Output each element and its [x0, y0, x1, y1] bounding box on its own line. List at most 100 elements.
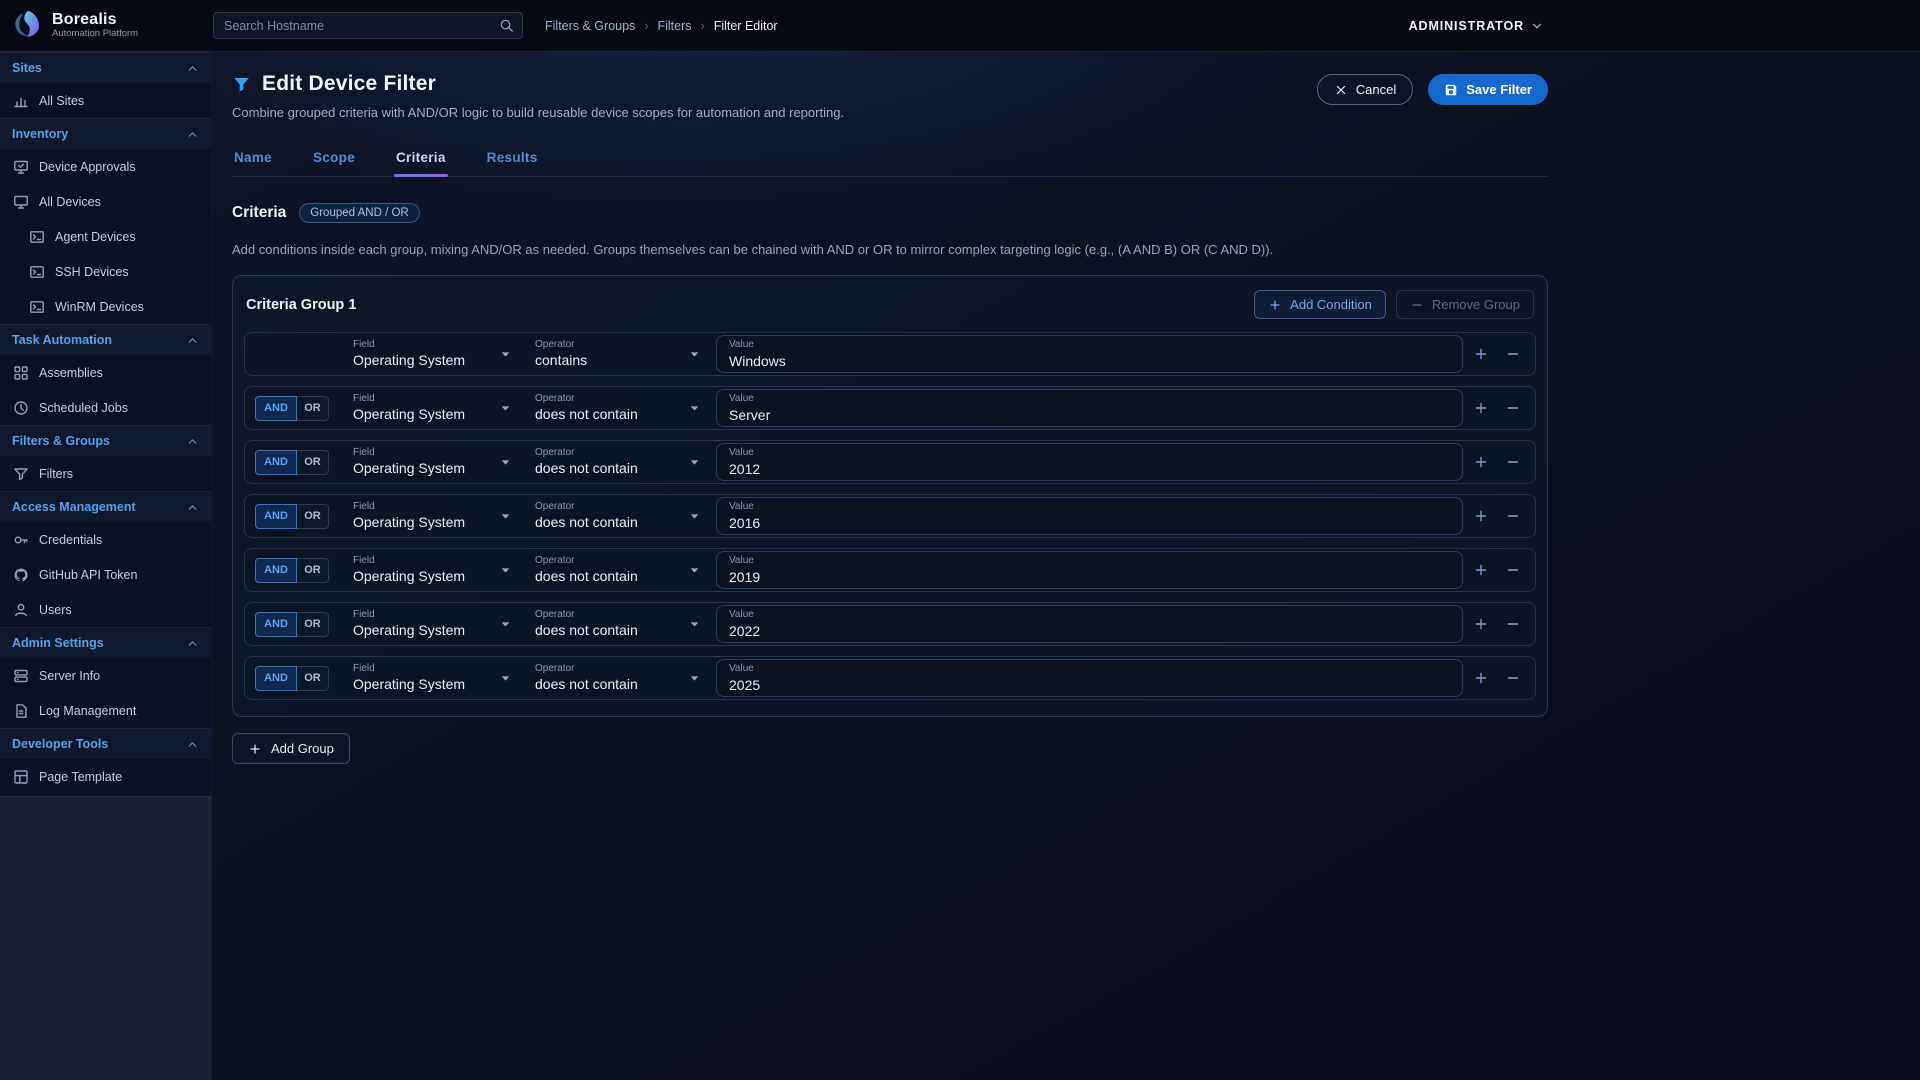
or-toggle[interactable]: OR — [297, 450, 329, 475]
sidebar-section-access-management[interactable]: Access Management — [0, 491, 211, 522]
sidebar-section-admin-settings[interactable]: Admin Settings — [0, 627, 211, 658]
add-group-button[interactable]: Add Group — [232, 733, 350, 764]
save-filter-button[interactable]: Save Filter — [1428, 74, 1548, 105]
sidebar-item-winrm-devices[interactable]: WinRM Devices — [0, 289, 211, 324]
sidebar-section-label: Inventory — [12, 127, 68, 141]
field-select[interactable]: FieldOperating System — [343, 551, 521, 589]
sidebar-item-filters[interactable]: Filters — [0, 456, 211, 491]
hostname-search[interactable] — [213, 12, 523, 39]
and-toggle[interactable]: AND — [255, 612, 297, 637]
value-input[interactable] — [729, 407, 1450, 423]
sidebar-item-ssh-devices[interactable]: SSH Devices — [0, 254, 211, 289]
value-input[interactable] — [729, 515, 1450, 531]
sidebar-item-log-management[interactable]: Log Management — [0, 693, 211, 728]
operator-select[interactable]: Operatordoes not contain — [525, 605, 710, 643]
sidebar-item-credentials[interactable]: Credentials — [0, 522, 211, 557]
add-condition-button[interactable]: Add Condition — [1254, 290, 1386, 319]
value-input[interactable] — [729, 353, 1450, 369]
value-input[interactable] — [729, 677, 1450, 693]
value-input[interactable] — [729, 623, 1450, 639]
add-row-button[interactable] — [1467, 556, 1495, 584]
sidebar-item-all-devices[interactable]: All Devices — [0, 184, 211, 219]
value-input[interactable] — [729, 569, 1450, 585]
remove-row-button[interactable] — [1499, 610, 1527, 638]
breadcrumb-item-filters-groups[interactable]: Filters & Groups — [545, 19, 635, 33]
value-input-group: Value — [716, 443, 1463, 481]
operator-select[interactable]: Operatordoes not contain — [525, 659, 710, 697]
sidebar-item-assemblies[interactable]: Assemblies — [0, 355, 211, 390]
field-select[interactable]: FieldOperating System — [343, 605, 521, 643]
operator-value: does not contain — [535, 407, 684, 422]
tab-name[interactable]: Name — [232, 150, 274, 176]
sidebar-item-label: SSH Devices — [55, 265, 129, 279]
and-toggle[interactable]: AND — [255, 396, 297, 421]
sidebar-item-all-sites[interactable]: All Sites — [0, 83, 211, 118]
add-condition-label: Add Condition — [1290, 297, 1372, 312]
tab-criteria[interactable]: Criteria — [394, 150, 448, 176]
add-row-button[interactable] — [1467, 448, 1495, 476]
tab-results[interactable]: Results — [485, 150, 540, 176]
or-toggle[interactable]: OR — [297, 396, 329, 421]
or-toggle[interactable]: OR — [297, 558, 329, 583]
add-row-button[interactable] — [1467, 664, 1495, 692]
joiner-toggle: ANDOR — [255, 504, 329, 529]
operator-select[interactable]: Operatordoes not contain — [525, 497, 710, 535]
page-subtitle: Combine grouped criteria with AND/OR log… — [232, 105, 844, 120]
sidebar-item-scheduled-jobs[interactable]: Scheduled Jobs — [0, 390, 211, 425]
sidebar-section-inventory[interactable]: Inventory — [0, 118, 211, 149]
sidebar-item-label: Scheduled Jobs — [39, 401, 128, 415]
sidebar-item-device-approvals[interactable]: Device Approvals — [0, 149, 211, 184]
remove-row-button[interactable] — [1499, 394, 1527, 422]
add-row-button[interactable] — [1467, 502, 1495, 530]
and-toggle[interactable]: AND — [255, 666, 297, 691]
sidebar-item-page-template[interactable]: Page Template — [0, 759, 211, 794]
user-menu[interactable]: ADMINISTRATOR — [1409, 19, 1544, 33]
and-toggle[interactable]: AND — [255, 558, 297, 583]
remove-row-button[interactable] — [1499, 556, 1527, 584]
field-select[interactable]: FieldOperating System — [343, 389, 521, 427]
chevron-down-icon — [498, 401, 513, 416]
add-row-button[interactable] — [1467, 610, 1495, 638]
cancel-button[interactable]: Cancel — [1317, 74, 1413, 105]
breadcrumb-item-filters[interactable]: Filters — [657, 19, 691, 33]
sidebar-section-sites[interactable]: Sites — [0, 52, 211, 83]
add-row-button[interactable] — [1467, 340, 1495, 368]
operator-select[interactable]: Operatordoes not contain — [525, 551, 710, 589]
sidebar-item-agent-devices[interactable]: Agent Devices — [0, 219, 211, 254]
or-toggle[interactable]: OR — [297, 612, 329, 637]
and-toggle[interactable]: AND — [255, 504, 297, 529]
sidebar-item-label: All Sites — [39, 94, 84, 108]
field-label: Field — [353, 448, 495, 458]
remove-row-button[interactable] — [1499, 664, 1527, 692]
operator-select[interactable]: Operatorcontains — [525, 335, 710, 373]
field-select[interactable]: FieldOperating System — [343, 443, 521, 481]
operator-select[interactable]: Operatordoes not contain — [525, 443, 710, 481]
sidebar-section-filters-groups[interactable]: Filters & Groups — [0, 425, 211, 456]
sidebar-section-task-automation[interactable]: Task Automation — [0, 324, 211, 355]
remove-row-button[interactable] — [1499, 502, 1527, 530]
sidebar-item-users[interactable]: Users — [0, 592, 211, 627]
or-toggle[interactable]: OR — [297, 666, 329, 691]
sidebar-item-github-api-token[interactable]: GitHub API Token — [0, 557, 211, 592]
value-input[interactable] — [729, 461, 1450, 477]
criteria-badge: Grouped AND / OR — [299, 203, 419, 223]
filter-icon — [13, 466, 29, 482]
field-select[interactable]: FieldOperating System — [343, 659, 521, 697]
and-toggle[interactable]: AND — [255, 450, 297, 475]
value-input-group: Value — [716, 659, 1463, 697]
operator-select[interactable]: Operatordoes not contain — [525, 389, 710, 427]
field-select[interactable]: FieldOperating System — [343, 497, 521, 535]
sidebar-item-server-info[interactable]: Server Info — [0, 658, 211, 693]
sidebar-item-label: Agent Devices — [55, 230, 136, 244]
remove-row-button[interactable] — [1499, 340, 1527, 368]
value-label: Value — [729, 502, 1450, 512]
remove-group-button[interactable]: Remove Group — [1396, 290, 1534, 319]
or-toggle[interactable]: OR — [297, 504, 329, 529]
field-select[interactable]: FieldOperating System — [343, 335, 521, 373]
search-input[interactable] — [224, 19, 491, 33]
add-row-button[interactable] — [1467, 394, 1495, 422]
remove-row-button[interactable] — [1499, 448, 1527, 476]
field-label: Field — [353, 664, 495, 674]
tab-scope[interactable]: Scope — [311, 150, 357, 176]
sidebar-section-developer-tools[interactable]: Developer Tools — [0, 728, 211, 759]
